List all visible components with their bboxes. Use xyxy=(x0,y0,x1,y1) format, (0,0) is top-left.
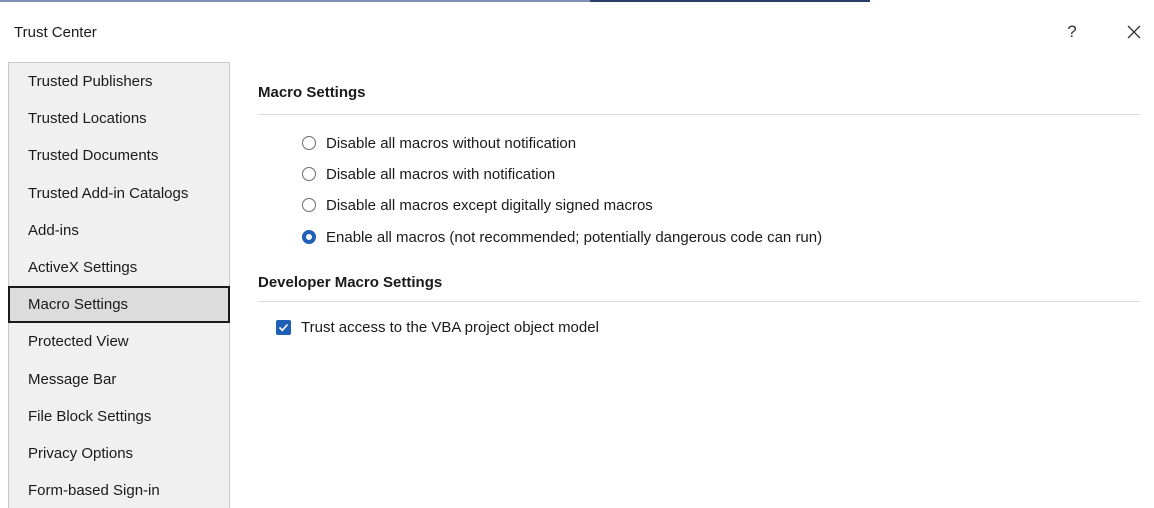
radio-label: Disable all macros except digitally sign… xyxy=(326,196,653,214)
sidebar-item-trusted-publishers[interactable]: Trusted Publishers xyxy=(9,63,229,100)
radio-button[interactable] xyxy=(302,167,316,181)
sidebar-item-file-block-settings[interactable]: File Block Settings xyxy=(9,398,229,435)
sidebar-nav: Trusted Publishers Trusted Locations Tru… xyxy=(8,62,230,508)
radio-enable-all-macros[interactable]: Enable all macros (not recommended; pote… xyxy=(302,226,822,248)
macro-settings-header: Macro Settings xyxy=(258,84,366,101)
sidebar-item-label: Privacy Options xyxy=(28,444,134,462)
checkbox-label: Trust access to the VBA project object m… xyxy=(301,318,599,336)
checkbox-trust-vba-access[interactable]: Trust access to the VBA project object m… xyxy=(276,316,599,338)
sidebar-item-macro-settings[interactable]: Macro Settings xyxy=(8,286,230,324)
checkbox-checked[interactable] xyxy=(276,319,291,335)
sidebar-item-message-bar[interactable]: Message Bar xyxy=(9,361,229,398)
sidebar-item-label: Form-based Sign-in xyxy=(28,482,160,500)
radio-disable-except-signed[interactable]: Disable all macros except digitally sign… xyxy=(302,194,653,216)
close-button[interactable] xyxy=(1122,20,1146,44)
radio-button[interactable] xyxy=(302,136,316,150)
sidebar-item-form-based-sign-in[interactable]: Form-based Sign-in xyxy=(9,472,229,508)
radio-label: Enable all macros (not recommended; pote… xyxy=(326,228,823,246)
close-icon xyxy=(1127,25,1141,39)
radio-disable-without-notification[interactable]: Disable all macros without notification xyxy=(302,132,576,154)
sidebar-item-label: ActiveX Settings xyxy=(28,258,138,276)
radio-button[interactable] xyxy=(302,198,316,212)
section-divider xyxy=(258,114,1140,115)
sidebar-item-privacy-options[interactable]: Privacy Options xyxy=(9,435,229,472)
sidebar-item-label: Trusted Add-in Catalogs xyxy=(28,184,189,202)
section-divider xyxy=(258,301,1140,302)
sidebar-item-label: Trusted Documents xyxy=(28,147,159,165)
radio-button-selected[interactable] xyxy=(302,230,316,244)
radio-label: Disable all macros with notification xyxy=(326,165,556,183)
sidebar-item-trusted-documents[interactable]: Trusted Documents xyxy=(9,137,229,174)
sidebar-item-label: Macro Settings xyxy=(28,296,129,314)
sidebar-item-label: Add-ins xyxy=(28,221,79,239)
radio-disable-with-notification[interactable]: Disable all macros with notification xyxy=(302,163,555,185)
sidebar-item-label: Protected View xyxy=(28,333,129,351)
radio-label: Disable all macros without notification xyxy=(326,134,577,152)
help-button[interactable]: ? xyxy=(1062,20,1082,44)
sidebar-item-label: Message Bar xyxy=(28,370,117,388)
question-mark-icon: ? xyxy=(1067,22,1077,41)
sidebar-item-label: Trusted Locations xyxy=(28,110,147,128)
sidebar-item-trusted-add-in-catalogs[interactable]: Trusted Add-in Catalogs xyxy=(9,175,229,212)
sidebar-item-add-ins[interactable]: Add-ins xyxy=(9,212,229,249)
sidebar-item-trusted-locations[interactable]: Trusted Locations xyxy=(9,100,229,137)
developer-macro-settings-header: Developer Macro Settings xyxy=(258,274,443,291)
sidebar-item-protected-view[interactable]: Protected View xyxy=(9,323,229,360)
checkmark-icon xyxy=(278,323,289,331)
sidebar-item-label: File Block Settings xyxy=(28,407,152,425)
sidebar-item-activex-settings[interactable]: ActiveX Settings xyxy=(9,249,229,286)
dialog-title: Trust Center xyxy=(14,24,97,41)
trust-center-dialog: Trust Center ? Trusted Publishers Truste… xyxy=(0,0,1154,508)
sidebar-item-label: Trusted Publishers xyxy=(28,73,153,90)
title-bar-accent xyxy=(0,0,1154,2)
